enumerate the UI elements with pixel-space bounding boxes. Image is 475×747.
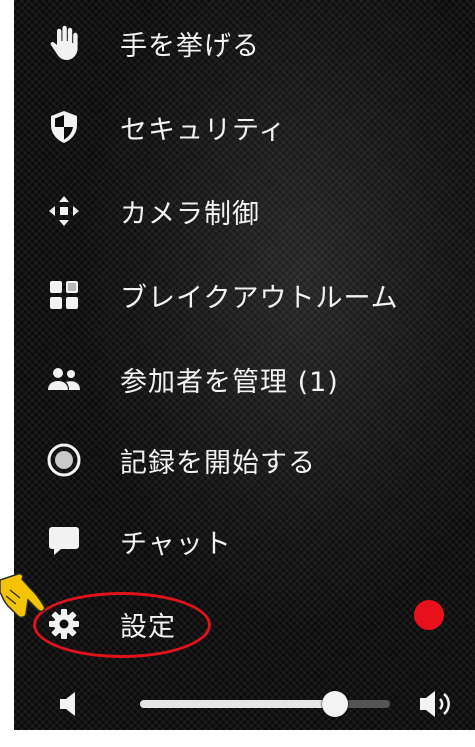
start-recording-label: 記録を開始する [120, 447, 316, 479]
manage-participants-item[interactable]: 参加者を管理 (1) [44, 349, 464, 409]
volume-slider-fill [140, 700, 335, 708]
raise-hand-icon [44, 23, 84, 63]
camera-control-icon [44, 191, 84, 231]
chat-item[interactable]: チャット [44, 511, 464, 571]
red-dot-marker [414, 600, 444, 630]
raise-hand-item[interactable]: 手を挙げる [44, 13, 464, 73]
volume-control [58, 682, 475, 726]
security-label: セキュリティ [120, 114, 287, 146]
security-item[interactable]: セキュリティ [44, 97, 464, 157]
participants-icon [44, 359, 84, 399]
manage-participants-label: 参加者を管理 (1) [120, 366, 339, 398]
volume-slider[interactable] [140, 691, 390, 717]
pointing-hand-icon [0, 570, 46, 638]
breakout-rooms-icon [44, 275, 84, 315]
breakout-rooms-item[interactable]: ブレイクアウトルーム [44, 265, 464, 325]
shield-icon [44, 107, 84, 147]
record-icon [44, 440, 84, 480]
speaker-high-icon [418, 688, 456, 724]
volume-slider-handle[interactable] [322, 691, 348, 717]
camera-control-label: カメラ制御 [120, 198, 260, 230]
breakout-rooms-label: ブレイクアウトルーム [120, 282, 399, 314]
raise-hand-label: 手を挙げる [120, 30, 260, 62]
chat-icon [44, 521, 84, 561]
camera-control-item[interactable]: カメラ制御 [44, 181, 464, 241]
settings-highlight-circle [33, 592, 211, 658]
chat-label: チャット [120, 528, 232, 560]
start-recording-item[interactable]: 記録を開始する [44, 430, 464, 490]
speaker-low-icon [58, 690, 80, 722]
